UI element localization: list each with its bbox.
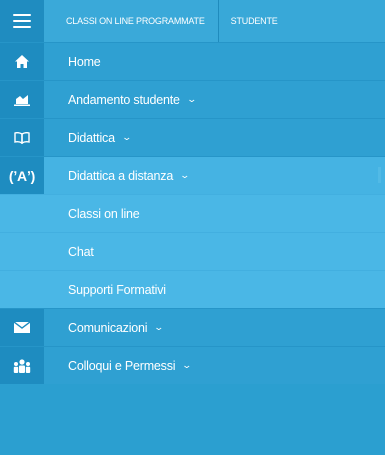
sidebar-item-andamento-studente[interactable]: Andamento studente ⌄	[0, 80, 385, 118]
sidebar-item-label: Colloqui e Permessi	[68, 358, 176, 373]
tab-label: CLASSI ON LINE PROGRAMMATE	[66, 16, 205, 26]
icon-column	[0, 271, 44, 308]
sidebar-item-label: Didattica a distanza	[68, 168, 174, 183]
sidebar-item-colloqui-e-permessi[interactable]: Colloqui e Permessi ⌄	[0, 346, 385, 384]
icon-column	[0, 119, 44, 156]
tab-classi-on-line-programmate[interactable]: CLASSI ON LINE PROGRAMMATE	[44, 0, 218, 42]
icon-column	[0, 43, 44, 80]
icon-column	[0, 233, 44, 270]
home-icon	[15, 55, 29, 68]
icon-column	[0, 81, 44, 118]
sidebar-item-label: Home	[68, 54, 101, 69]
sidebar-item-label: Andamento studente	[68, 92, 180, 107]
chart-icon	[14, 94, 30, 106]
chevron-down-icon: ⌄	[181, 360, 193, 370]
sidebar-item-label: Chat	[68, 244, 94, 259]
sidebar-item-didattica-a-distanza[interactable]: (ʼAʼ) Didattica a distanza ⌄	[0, 156, 385, 194]
hamburger-menu-button[interactable]	[0, 0, 44, 42]
sidebar-subitem-chat[interactable]: Chat	[0, 232, 385, 270]
hamburger-icon	[13, 14, 31, 28]
sidebar-subitem-classi-on-line[interactable]: Classi on line	[0, 194, 385, 232]
sidebar-item-label: Didattica	[68, 130, 115, 145]
sidebar-item-comunicazioni[interactable]: Comunicazioni ⌄	[0, 308, 385, 346]
sidebar-item-label: Comunicazioni	[68, 320, 148, 335]
chevron-down-icon: ⌄	[153, 322, 165, 332]
top-bar: CLASSI ON LINE PROGRAMMATE STUDENTE	[0, 0, 385, 42]
sidebar-menu: Home Andamento studente ⌄ Didattica ⌄ (ʼ…	[0, 42, 385, 384]
book-icon	[14, 131, 30, 144]
envelope-icon	[14, 322, 30, 333]
icon-column	[0, 347, 44, 384]
sidebar-item-didattica[interactable]: Didattica ⌄	[0, 118, 385, 156]
icon-column: (ʼAʼ)	[0, 157, 44, 194]
chevron-down-icon: ⌄	[121, 132, 132, 142]
broadcast-icon: (ʼAʼ)	[8, 167, 36, 184]
tab-studente[interactable]: STUDENTE	[219, 0, 290, 42]
tab-label: STUDENTE	[230, 16, 278, 26]
chevron-down-icon: ⌄	[186, 94, 197, 104]
people-icon	[13, 358, 31, 373]
sidebar-item-label: Classi on line	[68, 206, 140, 221]
sidebar-item-home[interactable]: Home	[0, 42, 385, 80]
chevron-down-icon: ⌄	[179, 170, 191, 180]
sidebar-item-label: Supporti Formativi	[68, 282, 166, 297]
icon-column	[0, 309, 44, 346]
scroll-indicator	[378, 167, 381, 183]
icon-column	[0, 195, 44, 232]
sidebar-subitem-supporti-formativi[interactable]: Supporti Formativi	[0, 270, 385, 308]
